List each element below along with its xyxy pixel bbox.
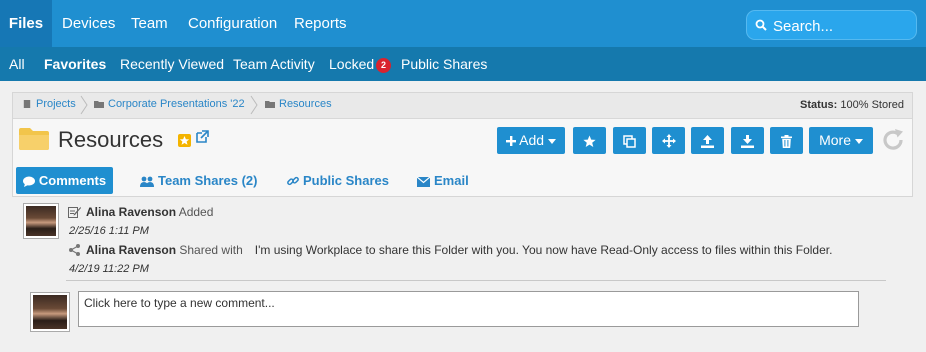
breadcrumb-label: Resources bbox=[279, 98, 332, 110]
avatar bbox=[30, 292, 70, 332]
plus-icon bbox=[506, 136, 517, 147]
move-button[interactable] bbox=[652, 127, 685, 154]
upload-button[interactable] bbox=[691, 127, 724, 154]
status-label: Status: bbox=[800, 99, 838, 111]
tab-devices[interactable]: Devices bbox=[62, 0, 115, 47]
tab-team-shares[interactable]: Team Shares (2) bbox=[140, 167, 257, 194]
tabs-row: Comments Team Shares (2) Public Shares E… bbox=[13, 163, 912, 197]
breadcrumb: Projects Corporate Presentations '22 Res… bbox=[13, 93, 912, 119]
comment-icon bbox=[22, 176, 35, 187]
favorite-button[interactable] bbox=[573, 127, 606, 154]
tab-files[interactable]: Files bbox=[0, 0, 52, 47]
sub-nav: All Favorites Recently Viewed Team Activ… bbox=[0, 47, 926, 81]
project-icon bbox=[23, 100, 31, 108]
breadcrumb-resources[interactable]: Resources bbox=[265, 98, 332, 110]
activity-action: Shared with bbox=[179, 243, 243, 257]
folder-icon bbox=[19, 128, 49, 150]
breadcrumb-label: Corporate Presentations '22 bbox=[108, 98, 245, 110]
page-title: Resources bbox=[58, 127, 164, 152]
folder-icon bbox=[94, 101, 104, 108]
refresh-icon[interactable] bbox=[881, 128, 905, 152]
activity-date: 4/2/19 11:22 PM bbox=[69, 263, 149, 275]
divider bbox=[66, 280, 886, 281]
chevron-right-icon bbox=[80, 95, 88, 115]
tab-email-label: Email bbox=[434, 173, 469, 188]
top-nav: Files Devices Team Configuration Reports… bbox=[0, 0, 926, 47]
more-label: More bbox=[819, 132, 851, 148]
activity-user[interactable]: Alina Ravenson bbox=[86, 205, 176, 219]
favorite-star-icon[interactable] bbox=[178, 134, 191, 147]
delete-button[interactable] bbox=[770, 127, 803, 154]
caret-down-icon bbox=[547, 138, 556, 144]
copy-button[interactable] bbox=[613, 127, 646, 154]
avatar bbox=[23, 203, 59, 239]
folder-icon bbox=[265, 101, 275, 108]
breadcrumb-corporate-presentations[interactable]: Corporate Presentations '22 bbox=[94, 98, 245, 110]
tab-email[interactable]: Email bbox=[417, 167, 469, 194]
external-link-icon[interactable] bbox=[195, 130, 209, 144]
add-label: Add bbox=[519, 132, 545, 148]
breadcrumb-projects[interactable]: Projects bbox=[22, 98, 76, 110]
chevron-right-icon bbox=[250, 95, 258, 115]
tab-team-shares-label: Team Shares (2) bbox=[158, 173, 258, 188]
activity-action: Added bbox=[178, 205, 214, 219]
envelope-icon bbox=[417, 177, 430, 187]
breadcrumb-label: Projects bbox=[36, 98, 76, 110]
activity-entry: Alina Ravenson Added bbox=[86, 205, 213, 219]
users-icon bbox=[140, 176, 154, 187]
subnav-recently-viewed[interactable]: Recently Viewed bbox=[120, 47, 224, 81]
upload-icon bbox=[701, 134, 714, 148]
activity-message: I'm using Workplace to share this Folder… bbox=[254, 243, 833, 257]
tab-team[interactable]: Team bbox=[131, 0, 168, 47]
move-arrows-icon bbox=[661, 134, 676, 149]
activity-entry: Alina Ravenson Shared with I'm using Work… bbox=[86, 243, 832, 257]
subnav-locked[interactable]: Locked bbox=[329, 47, 374, 81]
search-placeholder: Search... bbox=[773, 18, 834, 35]
share-icon bbox=[69, 244, 80, 256]
star-icon bbox=[583, 135, 596, 147]
download-icon bbox=[741, 134, 754, 148]
tab-reports[interactable]: Reports bbox=[294, 0, 347, 47]
download-button[interactable] bbox=[731, 127, 764, 154]
trash-icon bbox=[781, 134, 792, 148]
subnav-favorites[interactable]: Favorites bbox=[44, 47, 106, 81]
edit-icon bbox=[68, 207, 81, 218]
more-button[interactable]: More bbox=[809, 127, 873, 154]
activity-user[interactable]: Alina Ravenson bbox=[86, 243, 176, 257]
subnav-public-shares[interactable]: Public Shares bbox=[401, 47, 487, 81]
activity-date: 2/25/16 1:11 PM bbox=[69, 225, 149, 237]
add-button[interactable]: Add bbox=[497, 127, 565, 154]
search-input[interactable]: Search... bbox=[746, 10, 917, 40]
link-icon bbox=[287, 176, 299, 186]
new-comment-input[interactable]: Click here to type a new comment... bbox=[78, 291, 859, 327]
tab-configuration[interactable]: Configuration bbox=[188, 0, 277, 47]
caret-down-icon bbox=[854, 138, 863, 144]
tab-public-shares[interactable]: Public Shares bbox=[287, 167, 389, 194]
tab-comments[interactable]: Comments bbox=[16, 167, 113, 194]
status-value: 100% Stored bbox=[840, 99, 904, 111]
copy-icon bbox=[623, 135, 636, 148]
tab-public-shares-label: Public Shares bbox=[303, 173, 389, 188]
subnav-all[interactable]: All bbox=[9, 47, 25, 81]
subnav-team-activity[interactable]: Team Activity bbox=[233, 47, 315, 81]
folder-panel: Projects Corporate Presentations '22 Res… bbox=[12, 92, 913, 197]
storage-status: Status: 100% Stored bbox=[800, 99, 904, 111]
search-icon bbox=[755, 19, 767, 31]
locked-count-badge: 2 bbox=[376, 58, 391, 73]
tab-comments-label: Comments bbox=[38, 173, 107, 188]
